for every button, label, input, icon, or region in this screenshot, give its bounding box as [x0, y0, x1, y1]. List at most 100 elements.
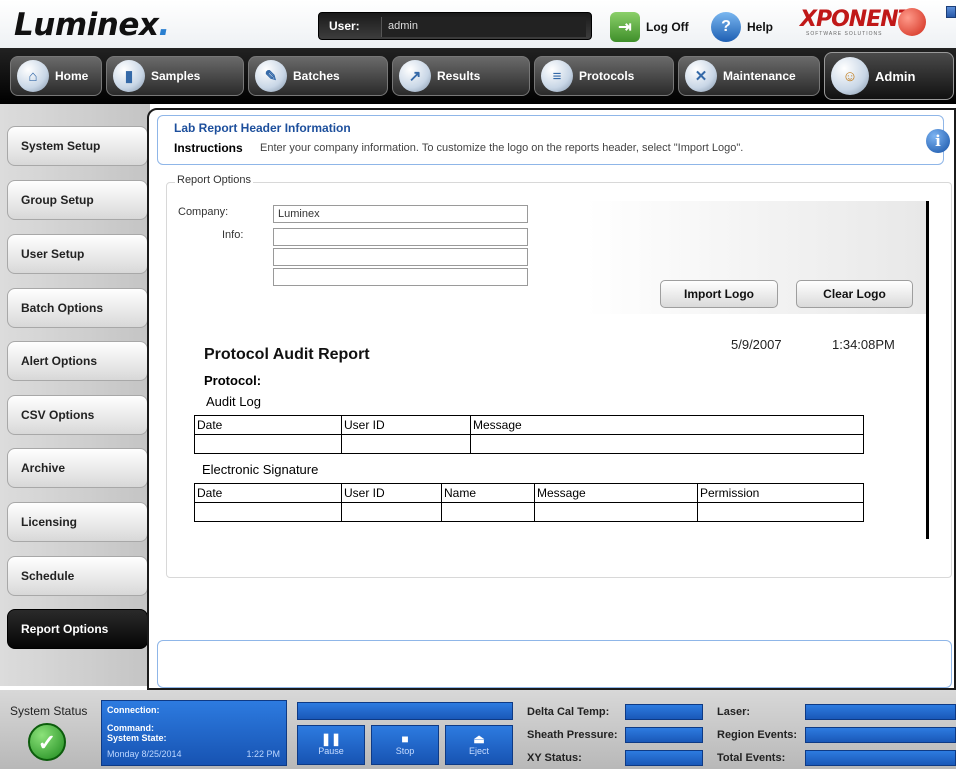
tab-maintenance[interactable]: ✕ Maintenance: [678, 56, 820, 96]
eject-button[interactable]: ⏏ Eject: [445, 725, 513, 765]
main-panel: Lab Report Header Information Instructio…: [147, 108, 956, 690]
pause-button[interactable]: ❚❚ Pause: [297, 725, 365, 765]
info-icon[interactable]: i: [926, 129, 950, 153]
tab-label: Protocols: [579, 69, 635, 83]
status-ok-icon: ✓: [28, 723, 66, 761]
system-status-label: System Status: [10, 704, 88, 718]
sidebar-item-report-options[interactable]: Report Options: [7, 609, 148, 649]
sidebar-item-batch-options[interactable]: Batch Options: [7, 288, 148, 328]
sidebar-item-archive[interactable]: Archive: [7, 448, 148, 488]
info-field-line-3[interactable]: [273, 268, 528, 286]
message-area: [157, 640, 952, 688]
stop-label: Stop: [395, 746, 415, 756]
tab-admin[interactable]: ☺ Admin: [824, 52, 954, 100]
report-time: 1:34:08PM: [832, 337, 895, 352]
sidebar-item-label: Alert Options: [21, 354, 98, 368]
audit-col-message: Message: [470, 415, 864, 435]
user-field[interactable]: admin: [381, 17, 586, 37]
log-off-label: Log Off: [646, 20, 689, 34]
luminex-logo: Luminex.: [14, 7, 170, 43]
table-row: [194, 502, 864, 522]
audit-log-label: Audit Log: [206, 394, 261, 409]
maintenance-icon: ✕: [685, 60, 717, 92]
admin-sidebar: System Setup Group Setup User Setup Batc…: [0, 104, 150, 686]
region-events-value: [805, 727, 956, 743]
tab-results[interactable]: ↗ Results: [392, 56, 530, 96]
info-field-line-1[interactable]: [273, 228, 528, 246]
delta-cal-temp-value: [625, 704, 703, 720]
pause-icon: ❚❚: [320, 732, 342, 746]
connection-panel: Connection: Command: System State: Monda…: [101, 700, 287, 766]
sidebar-item-label: System Setup: [21, 139, 101, 153]
xy-status-value: [625, 750, 703, 766]
report-preview: Company: Luminex Info: Import Logo Clear…: [172, 201, 929, 539]
audit-col-date: Date: [194, 415, 342, 435]
table-row: [194, 434, 864, 454]
instructions-label: Instructions: [174, 141, 243, 155]
sidebar-item-label: Report Options: [21, 622, 109, 636]
sidebar-item-label: Group Setup: [21, 193, 94, 207]
tab-protocols[interactable]: ≡ Protocols: [534, 56, 674, 96]
clear-logo-button[interactable]: Clear Logo: [796, 280, 913, 308]
sidebar-item-schedule[interactable]: Schedule: [7, 556, 148, 596]
sidebar-item-label: User Setup: [21, 247, 85, 261]
esig-col-permission: Permission: [697, 483, 864, 503]
tab-batches[interactable]: ✎ Batches: [248, 56, 388, 96]
sidebar-item-group-setup[interactable]: Group Setup: [7, 180, 148, 220]
esig-col-date: Date: [194, 483, 342, 503]
instructions-text: Enter your company information. To custo…: [260, 142, 744, 154]
system-state-label: System State:: [107, 733, 167, 743]
sidebar-item-user-setup[interactable]: User Setup: [7, 234, 148, 274]
sheath-pressure-value: [625, 727, 703, 743]
progress-field: [297, 702, 513, 720]
tab-label: Home: [55, 69, 89, 83]
sidebar-item-system-setup[interactable]: System Setup: [7, 126, 148, 166]
sidebar-item-licensing[interactable]: Licensing: [7, 502, 148, 542]
tab-label: Admin: [875, 68, 916, 84]
sidebar-item-csv-options[interactable]: CSV Options: [7, 395, 148, 435]
log-off-button[interactable]: ⇥ Log Off: [610, 10, 689, 44]
laser-value: [805, 704, 956, 720]
batches-icon: ✎: [255, 60, 287, 92]
instructions-header: Lab Report Header Information Instructio…: [157, 115, 950, 165]
user-label: User:: [329, 19, 360, 33]
sidebar-item-label: Licensing: [21, 515, 78, 529]
info-field-line-2[interactable]: [273, 248, 528, 266]
help-button[interactable]: ? Help: [711, 10, 773, 44]
tab-home[interactable]: ⌂ Home: [10, 56, 102, 96]
audit-log-table: Date User ID Message: [194, 415, 864, 454]
import-logo-button[interactable]: Import Logo: [660, 280, 778, 308]
sidebar-item-alert-options[interactable]: Alert Options: [7, 341, 148, 381]
report-date: 5/9/2007: [731, 337, 782, 352]
tab-label: Samples: [151, 69, 201, 83]
xponent-logo: XPONENT: [800, 7, 913, 32]
status-date: Monday 8/25/2014: [107, 749, 182, 759]
top-header: Luminex. User: admin ⇥ Log Off ? Help XP…: [0, 0, 956, 48]
report-options-legend: Report Options: [175, 174, 253, 186]
esig-col-name: Name: [441, 483, 535, 503]
electronic-signature-table: Date User ID Name Message Permission: [194, 483, 864, 522]
admin-icon: ☺: [831, 57, 869, 95]
total-events-label: Total Events:: [717, 752, 786, 764]
esig-col-message: Message: [534, 483, 698, 503]
sidebar-item-label: CSV Options: [21, 408, 95, 422]
laser-label: Laser:: [717, 706, 751, 718]
report-protocol-label: Protocol:: [204, 373, 262, 388]
electronic-signature-label: Electronic Signature: [202, 462, 319, 477]
info-label: Info:: [222, 229, 244, 241]
tab-label: Maintenance: [723, 69, 796, 83]
company-field[interactable]: Luminex: [273, 205, 528, 223]
xponent-logo-icon: [898, 8, 926, 36]
pause-label: Pause: [318, 746, 344, 756]
tab-samples[interactable]: ▮ Samples: [106, 56, 244, 96]
report-title: Protocol Audit Report: [204, 346, 370, 363]
stop-button[interactable]: ■ Stop: [371, 725, 439, 765]
esig-col-user-id: User ID: [341, 483, 442, 503]
protocols-icon: ≡: [541, 60, 573, 92]
connection-label: Connection:: [107, 705, 160, 715]
log-off-icon: ⇥: [610, 12, 640, 42]
sidebar-item-label: Archive: [21, 461, 66, 475]
sheath-pressure-label: Sheath Pressure:: [527, 729, 618, 741]
home-icon: ⌂: [17, 60, 49, 92]
window-control-icon[interactable]: [946, 6, 956, 18]
